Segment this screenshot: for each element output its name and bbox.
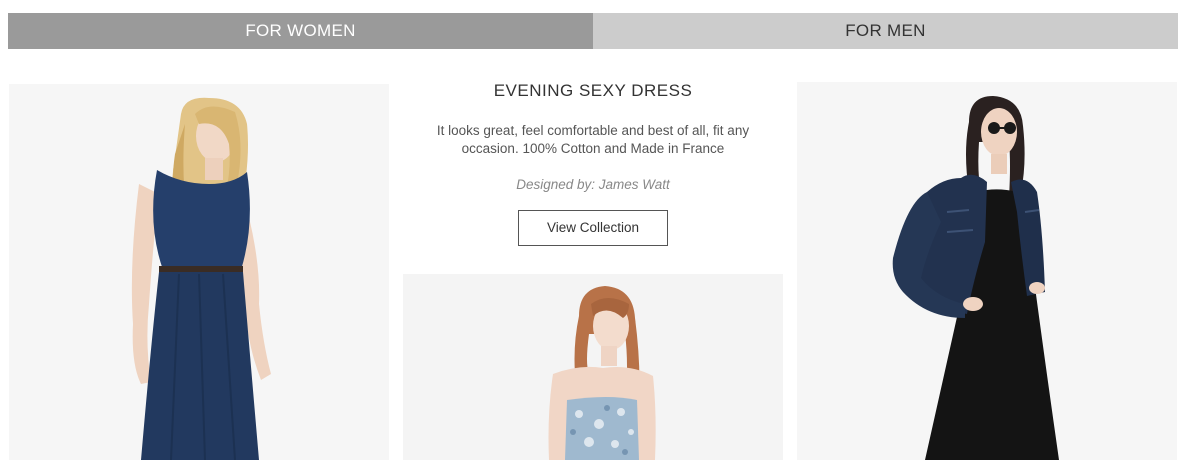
- model-floral-bandeau-photo: [403, 274, 783, 460]
- product-image-denim-jacket[interactable]: [797, 82, 1177, 460]
- designer-credit: Designed by: James Watt: [516, 177, 670, 192]
- view-collection-button[interactable]: View Collection: [518, 210, 668, 246]
- tab-for-men[interactable]: FOR MEN: [593, 13, 1178, 49]
- model-denim-jacket-photo: [797, 82, 1177, 460]
- product-image-floral-dress[interactable]: [403, 274, 783, 460]
- tab-for-women[interactable]: FOR WOMEN: [8, 13, 593, 49]
- collection-info: EVENING SEXY DRESS It looks great, feel …: [403, 78, 783, 246]
- gender-tabs: FOR WOMEN FOR MEN: [8, 13, 1178, 49]
- collection-title: EVENING SEXY DRESS: [493, 81, 693, 100]
- model-blue-dress-photo: [9, 84, 389, 460]
- collection-description: It looks great, feel comfortable and bes…: [436, 123, 750, 156]
- product-image-blue-dress[interactable]: [9, 84, 389, 460]
